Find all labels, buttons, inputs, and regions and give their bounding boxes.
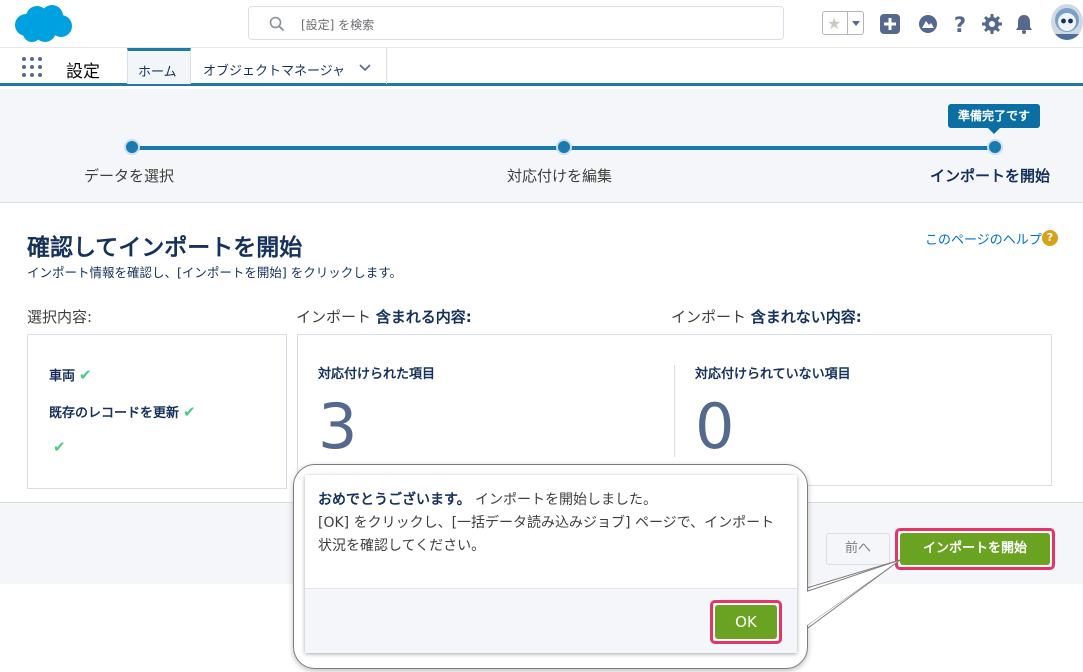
- previous-button[interactable]: 前へ: [826, 533, 890, 565]
- help-question-icon[interactable]: ?: [1042, 230, 1058, 246]
- add-icon[interactable]: [879, 13, 901, 35]
- selected-items-panel: 車両 ✔ 既存のレコードを更新 ✔ ✔: [27, 334, 287, 489]
- excluded-heading: インポート 含まれない内容:: [671, 308, 862, 326]
- selected-item: 車両 ✔: [49, 366, 92, 384]
- help-icon[interactable]: ?: [949, 13, 971, 35]
- mapped-fields-label: 対応付けられた項目: [318, 367, 436, 382]
- dialog-footer: OK: [305, 588, 797, 653]
- dialog-message: おめでとうございます。 インポートを開始しました。 [OK] をクリックし、[一…: [318, 489, 788, 558]
- favorites-button[interactable]: ★: [822, 11, 864, 35]
- selected-item: ✔: [49, 438, 66, 456]
- dialog-message-line1: インポートを開始しました。: [470, 492, 658, 508]
- global-header: [設定] を検索 ★ ?: [0, 0, 1083, 48]
- step-label-start-import: インポートを開始: [930, 167, 1051, 185]
- help-link[interactable]: このページのヘルプ: [925, 229, 1042, 248]
- unmapped-fields-count: 0: [695, 390, 735, 463]
- dialog-message-line2: [OK] をクリックし、[一括データ読み込みジョブ] ページで、インポート状況を…: [318, 515, 775, 554]
- start-import-button[interactable]: インポートを開始: [895, 528, 1055, 570]
- search-box[interactable]: [設定] を検索: [248, 6, 784, 40]
- gear-icon[interactable]: [981, 13, 1003, 35]
- app-launcher-icon[interactable]: [22, 57, 42, 77]
- selected-item: 既存のレコードを更新 ✔: [49, 403, 196, 421]
- checkmark-icon: ✔: [79, 366, 92, 384]
- ok-button-label: OK: [715, 605, 777, 639]
- step-label-select-data: データを選択: [84, 167, 175, 185]
- search-icon: [269, 16, 285, 32]
- mapped-fields-count: 3: [318, 390, 358, 463]
- user-avatar[interactable]: [1051, 4, 1083, 40]
- tab-home[interactable]: ホーム: [127, 48, 191, 84]
- search-placeholder: [設定] を検索: [301, 18, 375, 32]
- svg-text:?: ?: [954, 13, 966, 35]
- notification-bell-icon[interactable]: [1013, 13, 1035, 35]
- salesforce-cloud-logo[interactable]: [12, 4, 74, 44]
- selected-heading: 選択内容:: [27, 308, 93, 326]
- step-marker-edit-mapping: [556, 139, 572, 155]
- chevron-down-icon[interactable]: [359, 62, 371, 74]
- step-label-edit-mapping: 対応付けを編集: [507, 167, 613, 185]
- app-name: 設定: [66, 62, 100, 82]
- tab-object-manager[interactable]: オブジェクトマネージャ: [191, 48, 387, 84]
- page-title: 確認してインポートを開始: [27, 235, 303, 261]
- page-subtitle: インポート情報を確認し、[インポートを開始] をクリックします。: [27, 265, 402, 280]
- import-started-dialog: おめでとうございます。 インポートを開始しました。 [OK] をクリックし、[一…: [305, 475, 797, 653]
- step-marker-select-data: [124, 139, 140, 155]
- included-heading: インポート 含まれる内容:: [296, 308, 472, 326]
- dialog-message-bold: おめでとうございます。: [318, 492, 471, 508]
- tab-home-label: ホーム: [138, 65, 177, 80]
- step-marker-start-import: [987, 139, 1003, 155]
- ok-button[interactable]: OK: [710, 600, 782, 644]
- unmapped-fields-label: 対応付けられていない項目: [695, 367, 851, 382]
- trailhead-icon[interactable]: [917, 13, 939, 35]
- favorites-dropdown-icon[interactable]: [847, 12, 864, 34]
- ready-badge: 準備完了です: [948, 104, 1041, 134]
- checkmark-icon: ✔: [183, 403, 196, 421]
- context-bar: 設定 ホーム オブジェクトマネージャ: [0, 48, 1083, 86]
- star-icon: ★: [827, 14, 842, 33]
- column-divider: [674, 365, 675, 457]
- import-progress-path: 準備完了です データを選択 対応付けを編集 インポートを開始: [0, 89, 1083, 203]
- tab-object-manager-label: オブジェクトマネージャ: [203, 64, 346, 79]
- checkmark-icon: ✔: [53, 438, 66, 456]
- start-import-button-label: インポートを開始: [900, 533, 1050, 565]
